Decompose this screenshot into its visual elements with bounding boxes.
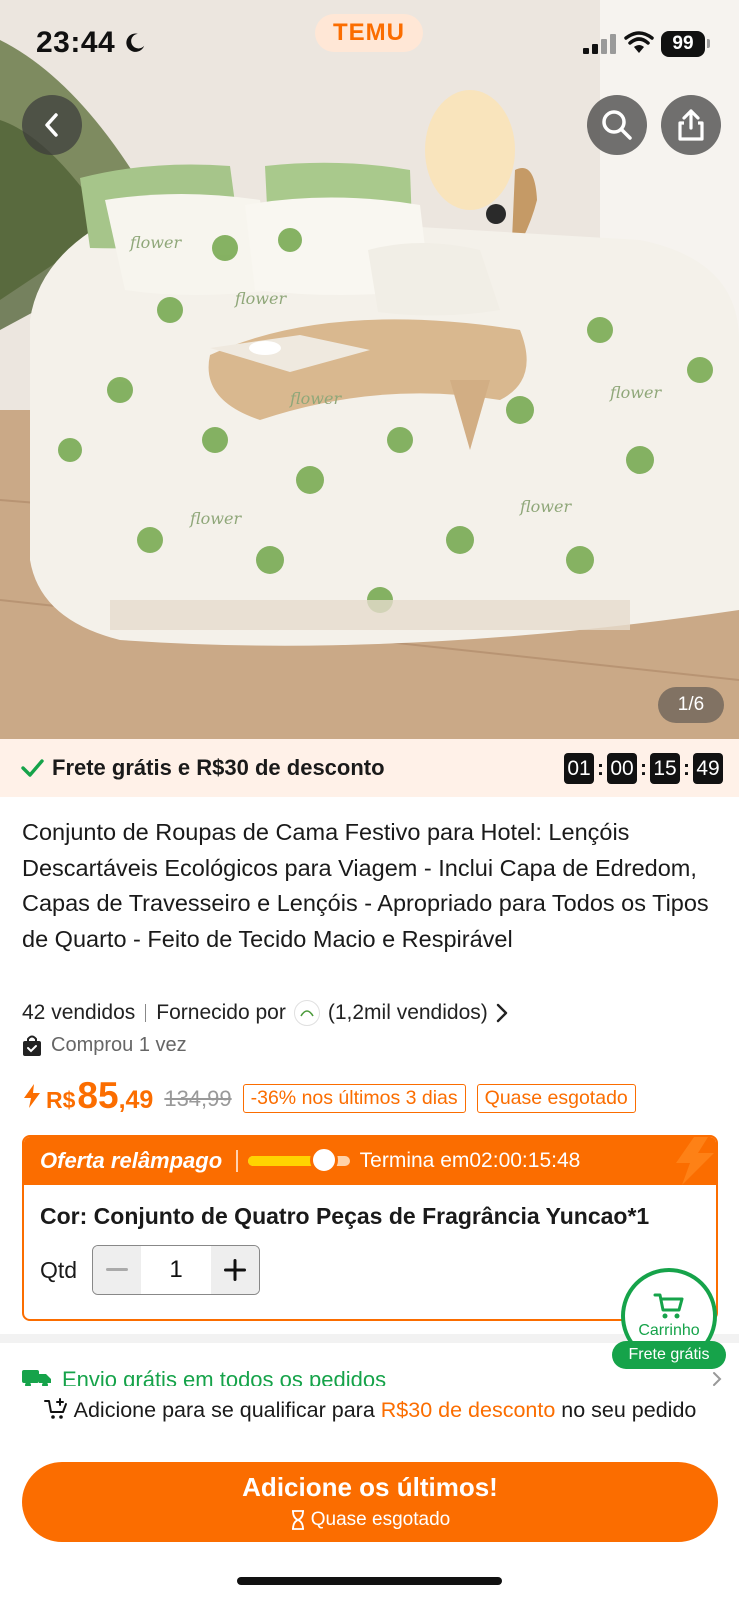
qualify-message: Adicione para se qualificar para R$30 de… (40, 1396, 700, 1425)
battery-indicator: 99 (661, 31, 705, 57)
quantity-label: Qtd (40, 1256, 78, 1283)
bottom-action-bar: Adicione para se qualificar para R$30 de… (0, 1386, 739, 1600)
print-word: flower (289, 389, 342, 408)
seller-logo[interactable] (293, 1000, 320, 1026)
flash-offer-title: Oferta relâmpago (40, 1148, 223, 1173)
product-title: Conjunto de Roupas de Cama Festivo para … (22, 819, 709, 952)
search-icon (602, 110, 632, 140)
countdown-hours: 01 (564, 753, 594, 784)
cart-icon (653, 1293, 684, 1319)
truck-icon (22, 1370, 51, 1387)
chevron-left-icon (45, 113, 58, 137)
meta-divider (145, 1004, 147, 1022)
add-to-cart-icon (43, 1398, 67, 1419)
battery-tip (707, 39, 710, 48)
image-pager: 1/6 (658, 687, 724, 723)
product-image-gallery[interactable]: flower flower flower flower flower flowe… (0, 0, 739, 739)
decrease-quantity-button[interactable] (93, 1246, 142, 1294)
share-icon (678, 109, 704, 141)
flash-ends-label: Termina em (359, 1149, 470, 1172)
hourglass-icon (291, 1510, 304, 1530)
bought-row: Comprou 1 vez (22, 1034, 187, 1057)
quantity-value[interactable]: 1 (141, 1246, 211, 1294)
clock-icon (310, 1146, 339, 1174)
countdown-seconds: 15 (650, 753, 680, 784)
search-button[interactable] (587, 95, 647, 155)
discount-tag: -36% nos últimos 3 dias (242, 1083, 466, 1113)
print-word: flower (609, 383, 662, 402)
do-not-disturb-moon-icon (126, 33, 145, 52)
back-button[interactable] (22, 95, 82, 155)
countdown-minutes: 00 (607, 753, 637, 784)
flash-offer-card: Oferta relâmpago Termina em 02:00:15:48 … (22, 1135, 718, 1321)
qualify-text-pre: Adicione para se qualificar para (73, 1398, 381, 1422)
print-word: flower (129, 233, 182, 252)
price-integer: 85 (77, 1075, 119, 1116)
temu-app-badge: TEMU (315, 14, 423, 52)
lightning-icon (24, 1084, 40, 1108)
print-word: flower (189, 509, 242, 528)
countdown-centiseconds: 49 (693, 753, 723, 784)
chevron-right-icon[interactable] (496, 1003, 508, 1023)
cta-main-label: Adicione os últimos! (242, 1472, 498, 1502)
price-row: R$ 85 ,49 134,99 -36% nos últimos 3 dias… (22, 1074, 636, 1118)
increase-quantity-button[interactable] (211, 1246, 260, 1294)
free-shipping-text: Envio grátis em todos os pedidos (62, 1367, 387, 1387)
seller-leaf-icon (300, 1010, 314, 1017)
check-icon (21, 759, 44, 777)
flash-divider (236, 1150, 238, 1172)
home-indicator (237, 1577, 502, 1585)
color-variant-label[interactable]: Cor: Conjunto de Quatro Peças de Fragrân… (40, 1203, 649, 1230)
shopping-bag-icon (23, 1035, 41, 1056)
low-stock-tag: Quase esgotado (476, 1083, 636, 1113)
flash-offer-header: Oferta relâmpago Termina em 02:00:15:48 (24, 1137, 716, 1185)
share-button[interactable] (661, 95, 721, 155)
cta-sub-label: Quase esgotado (310, 1509, 451, 1530)
free-shipping-promo-bar[interactable]: Frete grátis e R$30 de desconto 01: 00: … (0, 739, 739, 797)
flash-progress-bar (247, 1146, 350, 1174)
cellular-signal-icon (583, 34, 616, 54)
supplied-by-label: Fornecido por (156, 1001, 286, 1024)
sold-count: 42 vendidos (22, 1001, 136, 1024)
flash-ends-time: 02:00:15:48 (469, 1149, 581, 1172)
cart-label: Carrinho (638, 1322, 700, 1339)
price-currency: R$ (46, 1086, 76, 1113)
cart-free-shipping-badge: Frete grátis (612, 1341, 726, 1369)
status-time: 23:44 (36, 26, 116, 59)
add-to-cart-button[interactable]: Adicione os últimos! Quase esgotado (22, 1462, 718, 1542)
minus-icon (106, 1268, 129, 1271)
promo-text: Frete grátis e R$30 de desconto (52, 755, 385, 780)
price-decimal: ,49 (118, 1085, 154, 1114)
chevron-right-icon (713, 1372, 722, 1386)
quantity-stepper: 1 (92, 1245, 261, 1295)
sales-meta-row: 42 vendidos Fornecido por (1,2mil vendid… (22, 1000, 508, 1026)
free-shipping-row[interactable]: Envio grátis em todos os pedidos (22, 1367, 722, 1387)
print-word: flower (519, 497, 572, 516)
promo-countdown: 01: 00: 15: 49 (564, 753, 723, 784)
qualify-text-post: no seu pedido (555, 1398, 697, 1422)
qualify-discount: R$30 de desconto (380, 1398, 556, 1422)
wifi-icon (624, 31, 654, 53)
cta-sub-label-row: Quase esgotado (22, 1509, 718, 1531)
seller-sold-count[interactable]: (1,2mil vendidos) (328, 1001, 488, 1025)
bought-text: Comprou 1 vez (51, 1034, 187, 1056)
lightning-decoration-icon (676, 1137, 714, 1185)
plus-icon (224, 1259, 247, 1281)
old-price: 134,99 (164, 1086, 232, 1111)
print-word: flower (234, 289, 287, 308)
quantity-row: Qtd 1 (40, 1245, 261, 1295)
